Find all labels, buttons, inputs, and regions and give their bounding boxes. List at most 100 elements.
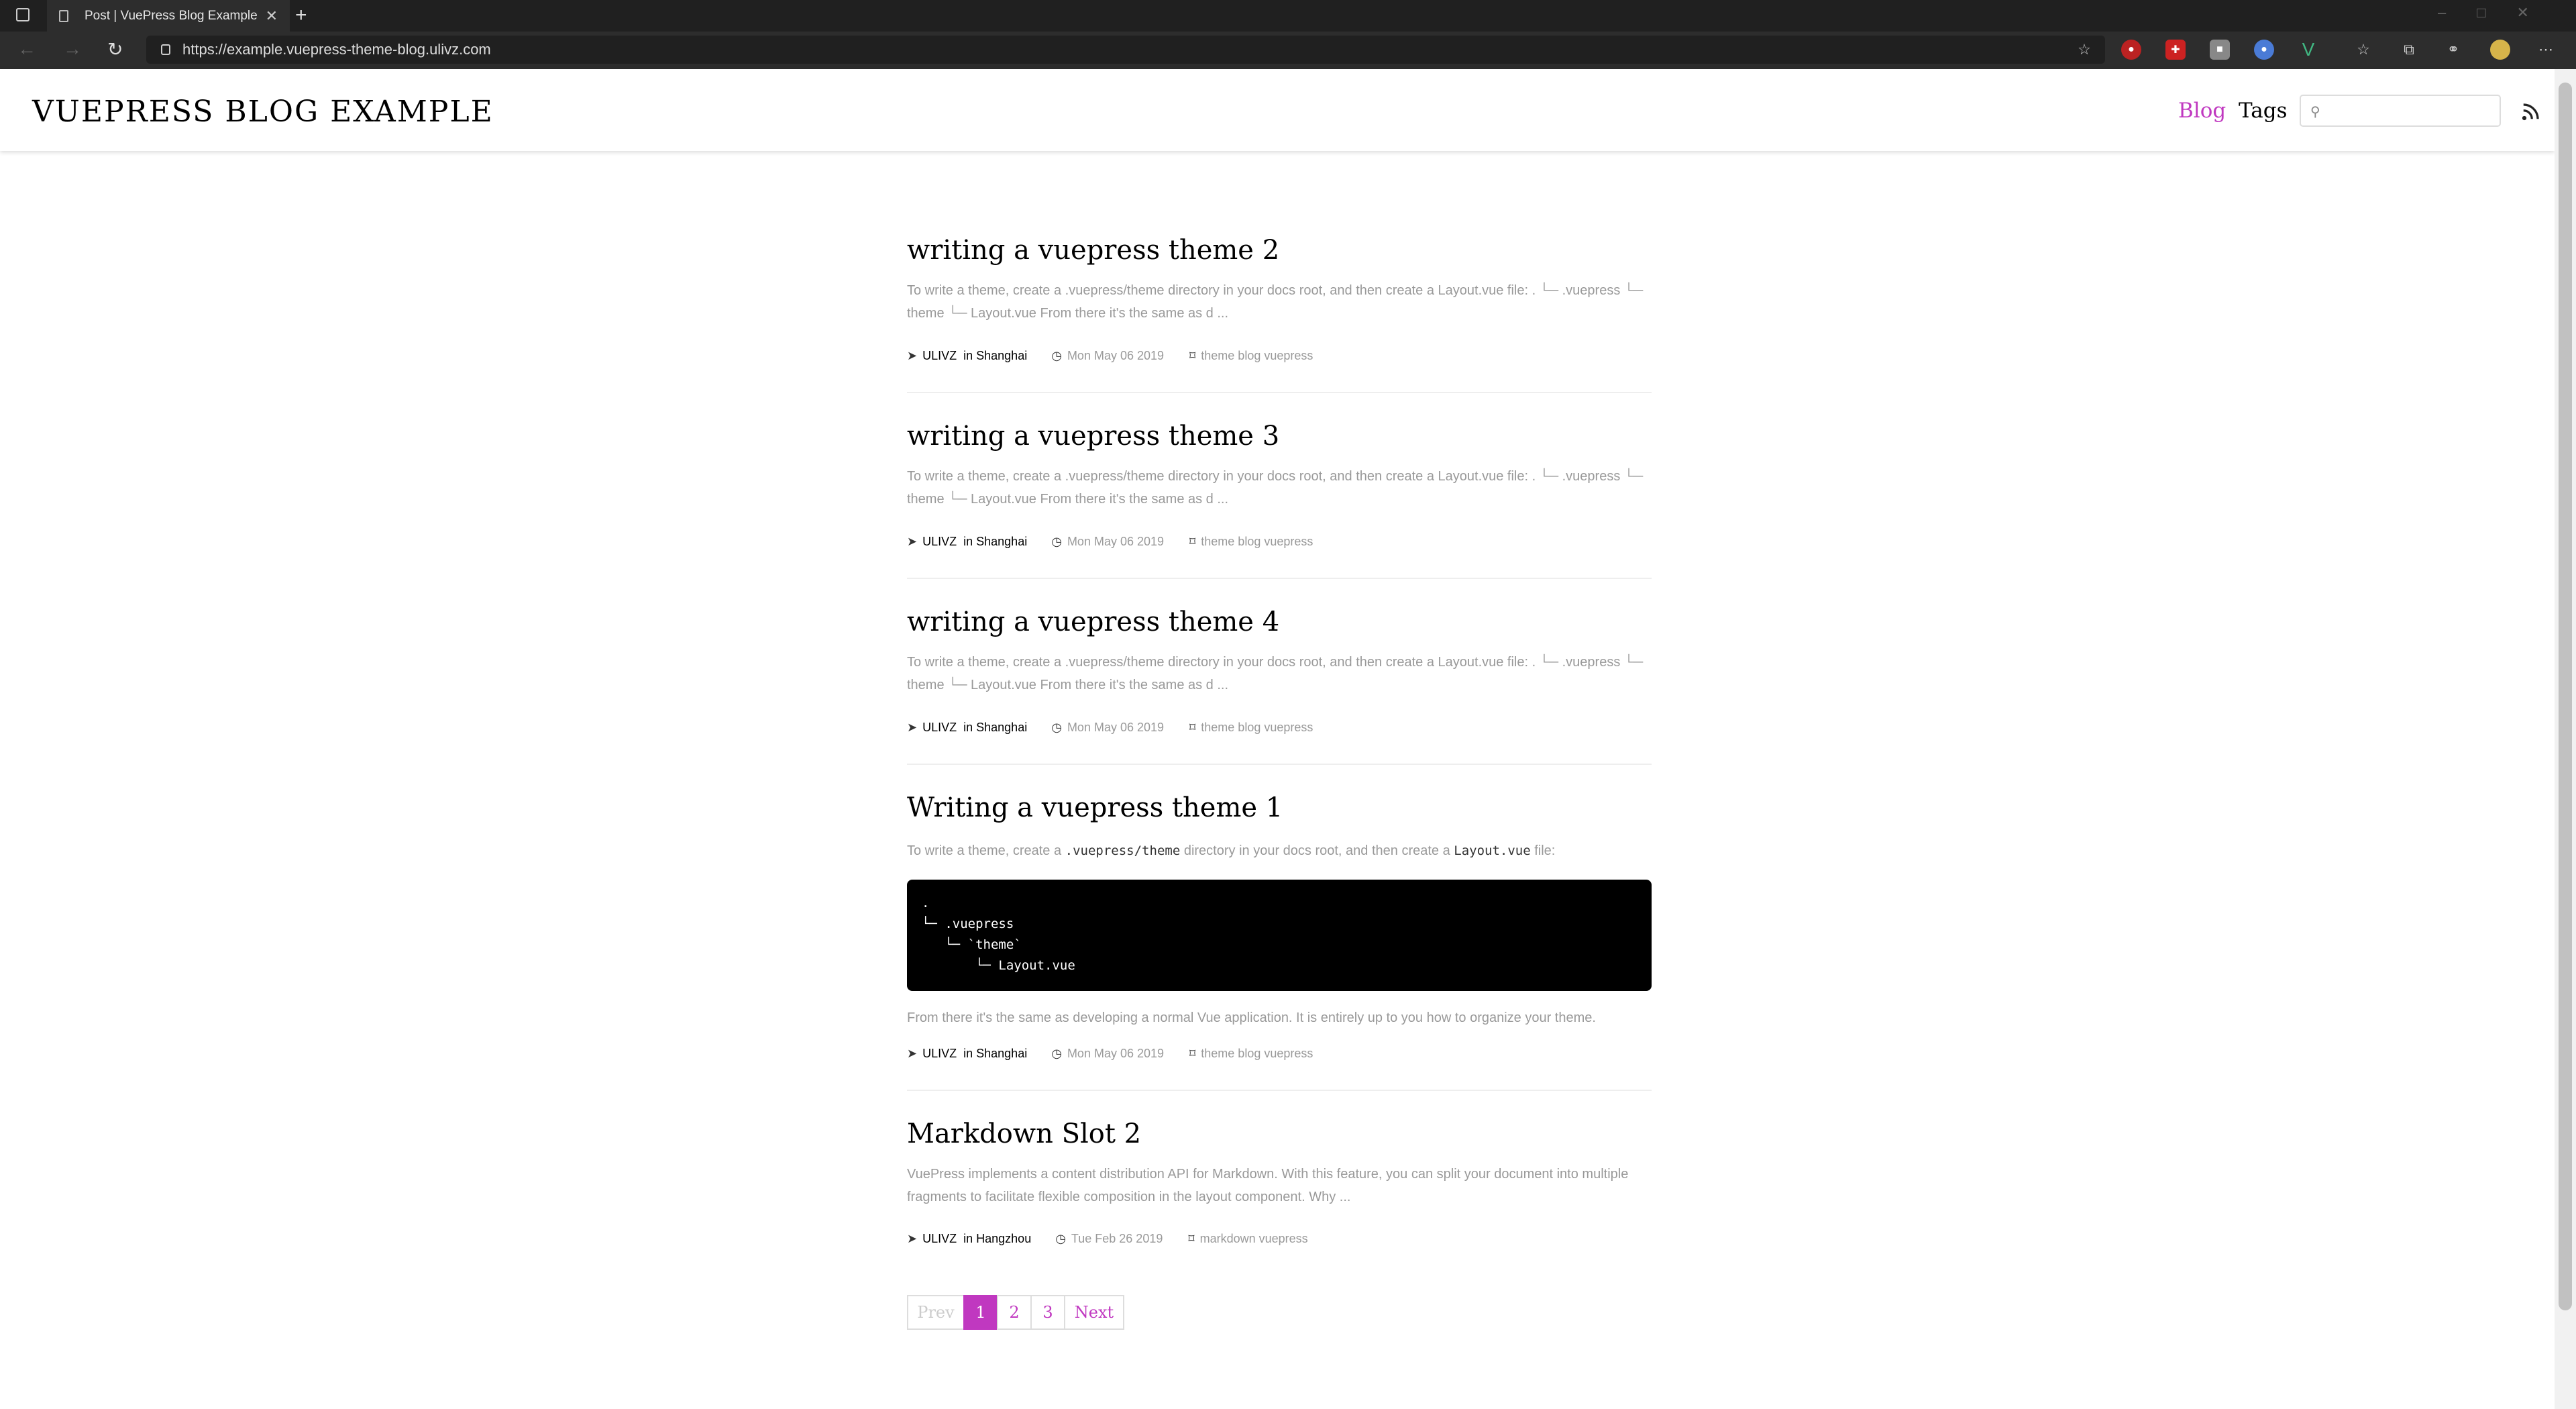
ublock-extension-icon[interactable]: ● xyxy=(2121,40,2141,60)
search-icon: ⚲ xyxy=(2310,105,2320,119)
nav-blog-link[interactable]: Blog xyxy=(2178,99,2226,123)
post-title[interactable]: writing a vuepress theme 3 xyxy=(907,421,1652,452)
post-date: Tue Feb 26 2019 xyxy=(1071,1232,1163,1245)
extension-red-icon[interactable]: ✚ xyxy=(2165,40,2186,60)
summary-line: fragments to facilitate flexible composi… xyxy=(907,1190,1351,1204)
divider xyxy=(907,1090,1652,1091)
browser-tab[interactable]: Post | VuePress Blog Example ✕ xyxy=(47,0,290,32)
forward-icon[interactable]: → xyxy=(63,38,82,60)
window-controls[interactable]: –□✕ xyxy=(2438,4,2560,21)
site-title[interactable]: VUEPRESS BLOG EXAMPLE xyxy=(32,95,494,129)
rss-icon[interactable] xyxy=(2521,101,2541,121)
post-item: writing a vuepress theme 4 To write a th… xyxy=(907,607,1652,696)
share-icon[interactable]: ⚭ xyxy=(2443,40,2463,60)
post-meta: ➤ ULIVZ in Shanghai ◷ Mon May 06 2019 ⌑ … xyxy=(907,721,1313,735)
address-bar[interactable]: https://example.vuepress-theme-blog.uliv… xyxy=(146,36,2105,64)
post-tags[interactable]: markdown vuepress xyxy=(1200,1232,1308,1246)
post-tags[interactable]: theme blog vuepress xyxy=(1201,349,1313,363)
post-meta: ➤ ULIVZ in Shanghai ◷ Mon May 06 2019 ⌑ … xyxy=(907,1047,1313,1061)
post-item: writing a vuepress theme 3 To write a th… xyxy=(907,421,1652,511)
scrollbar-thumb[interactable] xyxy=(2559,83,2572,1310)
page-3-button[interactable]: 3 xyxy=(1030,1295,1065,1330)
inline-code: .vuepress/theme xyxy=(1065,843,1181,858)
post-author: ULIVZ xyxy=(922,721,957,734)
close-tab-icon[interactable]: ✕ xyxy=(266,7,278,25)
vue-devtools-icon[interactable]: V xyxy=(2298,39,2318,60)
extension-gray-icon[interactable]: ■ xyxy=(2210,40,2230,60)
profile-avatar-icon[interactable] xyxy=(2490,40,2510,60)
post-location: in Shanghai xyxy=(963,721,1028,734)
post-meta: ➤ ULIVZ in Hangzhou ◷ Tue Feb 26 2019 ⌑ … xyxy=(907,1232,1308,1246)
summary-line: theme └─ Layout.vue From there it's the … xyxy=(907,492,1229,507)
post-tags[interactable]: theme blog vuepress xyxy=(1201,721,1313,735)
nav-tags-link[interactable]: Tags xyxy=(2239,99,2288,123)
post-date: Mon May 06 2019 xyxy=(1067,535,1165,548)
inline-code: Layout.vue xyxy=(1454,843,1531,858)
clock-icon: ◷ xyxy=(1055,1232,1066,1245)
browser-tab-bar: Post | VuePress Blog Example ✕ + –□✕ xyxy=(0,0,2576,32)
collections-icon[interactable]: ⧉ xyxy=(2399,40,2419,60)
divider xyxy=(907,578,1652,579)
clock-icon: ◷ xyxy=(1051,721,1062,734)
post-author: ULIVZ xyxy=(922,1232,957,1245)
new-tab-icon[interactable]: + xyxy=(295,4,307,27)
page-1-button[interactable]: 1 xyxy=(963,1295,998,1330)
post-tags[interactable]: theme blog vuepress xyxy=(1201,535,1313,549)
post-item: Markdown Slot 2 VuePress implements a co… xyxy=(907,1118,1652,1208)
post-after-text: From there it's the same as developing a… xyxy=(907,1006,1652,1029)
navigation-icon: ➤ xyxy=(907,535,918,548)
post-item: writing a vuepress theme 2 To write a th… xyxy=(907,235,1652,325)
site-header: VUEPRESS BLOG EXAMPLE Blog Tags ⚲ xyxy=(0,69,2555,151)
post-author: ULIVZ xyxy=(922,535,957,548)
divider xyxy=(907,764,1652,765)
post-summary: To write a theme, create a .vuepress/the… xyxy=(907,279,1652,325)
url-text: https://example.vuepress-theme-blog.uliv… xyxy=(182,41,491,58)
navigation-icon: ➤ xyxy=(907,721,918,734)
post-meta: ➤ ULIVZ in Shanghai ◷ Mon May 06 2019 ⌑ … xyxy=(907,349,1313,363)
page-scrollbar[interactable] xyxy=(2555,69,2576,1409)
back-icon[interactable]: ← xyxy=(17,38,36,60)
page-2-button[interactable]: 2 xyxy=(997,1295,1032,1330)
summary-text: To write a theme, create a xyxy=(907,843,1065,858)
extension-blue-icon[interactable]: ● xyxy=(2254,40,2274,60)
tag-icon: ⌑ xyxy=(1189,349,1196,362)
navigation-icon: ➤ xyxy=(907,349,918,362)
search-input[interactable] xyxy=(2334,100,2496,123)
navigation-icon: ➤ xyxy=(907,1047,918,1060)
post-title[interactable]: Markdown Slot 2 xyxy=(907,1118,1652,1149)
post-date: Mon May 06 2019 xyxy=(1067,721,1165,734)
summary-line: From there it's the same as developing a… xyxy=(907,1010,1596,1025)
page-icon xyxy=(59,9,68,22)
post-summary: VuePress implements a content distributi… xyxy=(907,1163,1652,1208)
post-author: ULIVZ xyxy=(922,1047,957,1060)
post-meta: ➤ ULIVZ in Shanghai ◷ Mon May 06 2019 ⌑ … xyxy=(907,535,1313,549)
post-tags[interactable]: theme blog vuepress xyxy=(1201,1047,1313,1061)
favorites-icon[interactable]: ☆ xyxy=(2353,40,2373,60)
summary-text: file: xyxy=(1530,843,1556,858)
clock-icon: ◷ xyxy=(1051,349,1062,362)
search-box[interactable]: ⚲ xyxy=(2300,95,2501,127)
more-menu-icon[interactable]: ⋯ xyxy=(2536,40,2556,60)
code-content: . └─ .vuepress └─ `theme` └─ Layout.vue xyxy=(922,896,1075,973)
tag-icon: ⌑ xyxy=(1189,721,1196,734)
next-page-button[interactable]: Next xyxy=(1064,1295,1124,1330)
post-title[interactable]: writing a vuepress theme 4 xyxy=(907,607,1652,637)
tab-actions-icon[interactable] xyxy=(16,8,30,21)
post-date: Mon May 06 2019 xyxy=(1067,1047,1165,1060)
summary-text: directory in your docs root, and then cr… xyxy=(1180,843,1454,858)
post-location: in Shanghai xyxy=(963,535,1028,548)
post-date: Mon May 06 2019 xyxy=(1067,349,1165,362)
prev-page-button[interactable]: Prev xyxy=(907,1295,965,1330)
reload-icon[interactable]: ↻ xyxy=(107,38,123,60)
post-summary: To write a theme, create a .vuepress/the… xyxy=(907,839,1652,862)
summary-line: To write a theme, create a .vuepress/the… xyxy=(907,655,1644,670)
post-title[interactable]: writing a vuepress theme 2 xyxy=(907,235,1652,266)
post-title[interactable]: Writing a vuepress theme 1 xyxy=(907,792,1652,823)
tag-icon: ⌑ xyxy=(1189,1047,1196,1060)
favorite-add-icon[interactable]: ☆ xyxy=(2074,40,2094,60)
summary-line: VuePress implements a content distributi… xyxy=(907,1167,1629,1182)
clock-icon: ◷ xyxy=(1051,535,1062,548)
summary-line: theme └─ Layout.vue From there it's the … xyxy=(907,678,1229,692)
tab-title: Post | VuePress Blog Example xyxy=(85,8,258,23)
post-location: in Hangzhou xyxy=(963,1232,1032,1245)
